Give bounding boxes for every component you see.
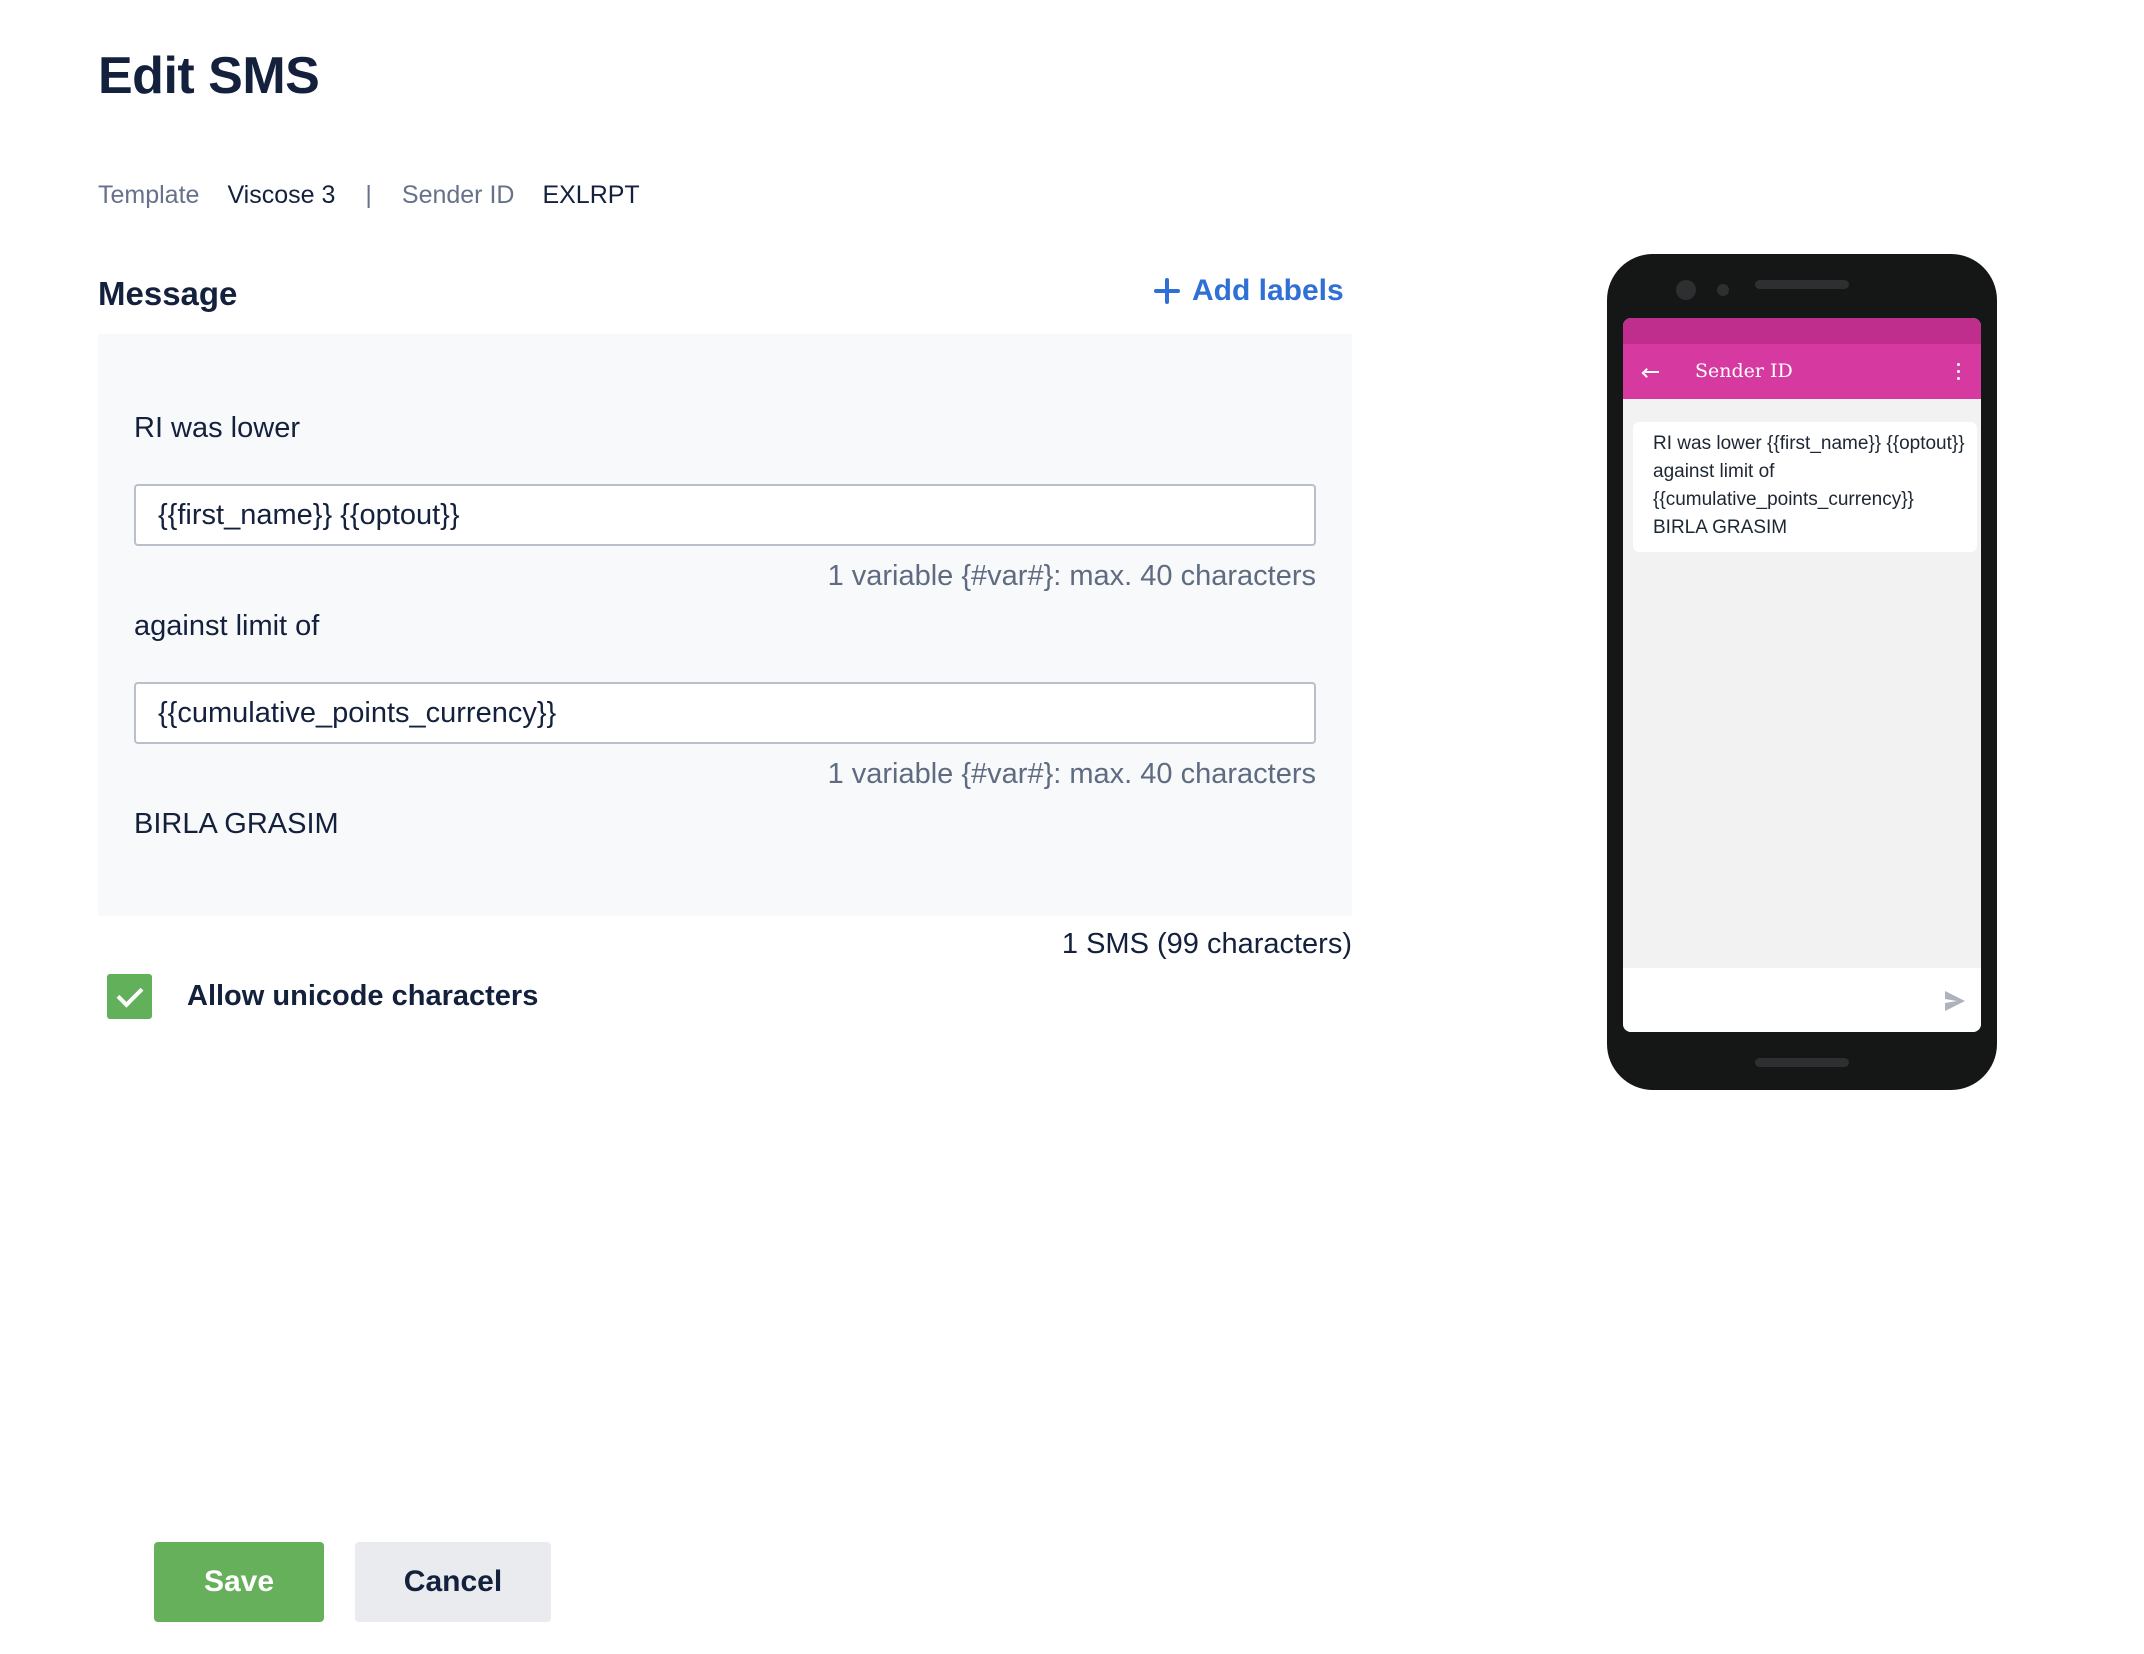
phone-screen: Sender ID RI was lower {{first_name}} {{… [1623,318,1981,1032]
variable-input-1[interactable] [134,484,1316,546]
variable-hint-2: 1 variable {#var#}: max. 40 characters [827,758,1316,790]
sms-count: 1 SMS (99 characters) [1061,928,1352,960]
message-text-segment: RI was lower [134,412,300,444]
allow-unicode-toggle[interactable]: Allow unicode characters [107,974,538,1019]
edit-sms-page: Edit SMS Template Viscose 3 | Sender ID … [0,0,2144,1654]
sensor-icon [1717,284,1729,296]
message-editor-panel: RI was lower 1 variable {#var#}: max. 40… [98,334,1352,916]
add-labels-label: Add labels [1192,274,1344,307]
sms-preview-bubble: RI was lower {{first_name}} {{optout}} a… [1633,422,1977,552]
sender-id-label: Sender ID [401,181,515,209]
speaker-grille [1755,280,1849,289]
phone-app-bar: Sender ID [1623,344,1981,399]
message-text-segment: BIRLA GRASIM [134,808,339,840]
template-value: Viscose 3 [227,181,336,209]
phone-app-bar-title: Sender ID [1695,360,1793,382]
meta-separator: | [365,181,372,209]
sender-id-value: EXLRPT [542,181,640,209]
phone-preview: Sender ID RI was lower {{first_name}} {{… [1607,254,1997,1090]
cancel-button[interactable]: Cancel [355,1542,551,1622]
plus-icon [1154,278,1180,304]
unicode-checkbox[interactable] [107,974,152,1019]
home-indicator [1755,1058,1849,1067]
arrow-left-icon [1645,371,1659,373]
message-section-title: Message [98,275,238,312]
variable-input-2[interactable] [134,682,1316,744]
template-meta-row: Template Viscose 3 | Sender ID EXLRPT [98,181,640,210]
message-text-segment: against limit of [134,610,320,642]
add-labels-button[interactable]: Add labels [1154,274,1344,308]
variable-hint-1: 1 variable {#var#}: max. 40 characters [827,560,1316,592]
save-button[interactable]: Save [154,1542,324,1622]
phone-compose-bar [1623,968,1981,1032]
template-label: Template [98,181,200,209]
page-title: Edit SMS [98,47,320,105]
phone-status-bar [1623,318,1981,344]
more-vertical-icon [1957,363,1961,381]
unicode-checkbox-label: Allow unicode characters [187,980,539,1012]
checkmark-icon [116,980,143,1008]
camera-icon [1676,280,1696,300]
send-icon [1945,991,1965,1011]
